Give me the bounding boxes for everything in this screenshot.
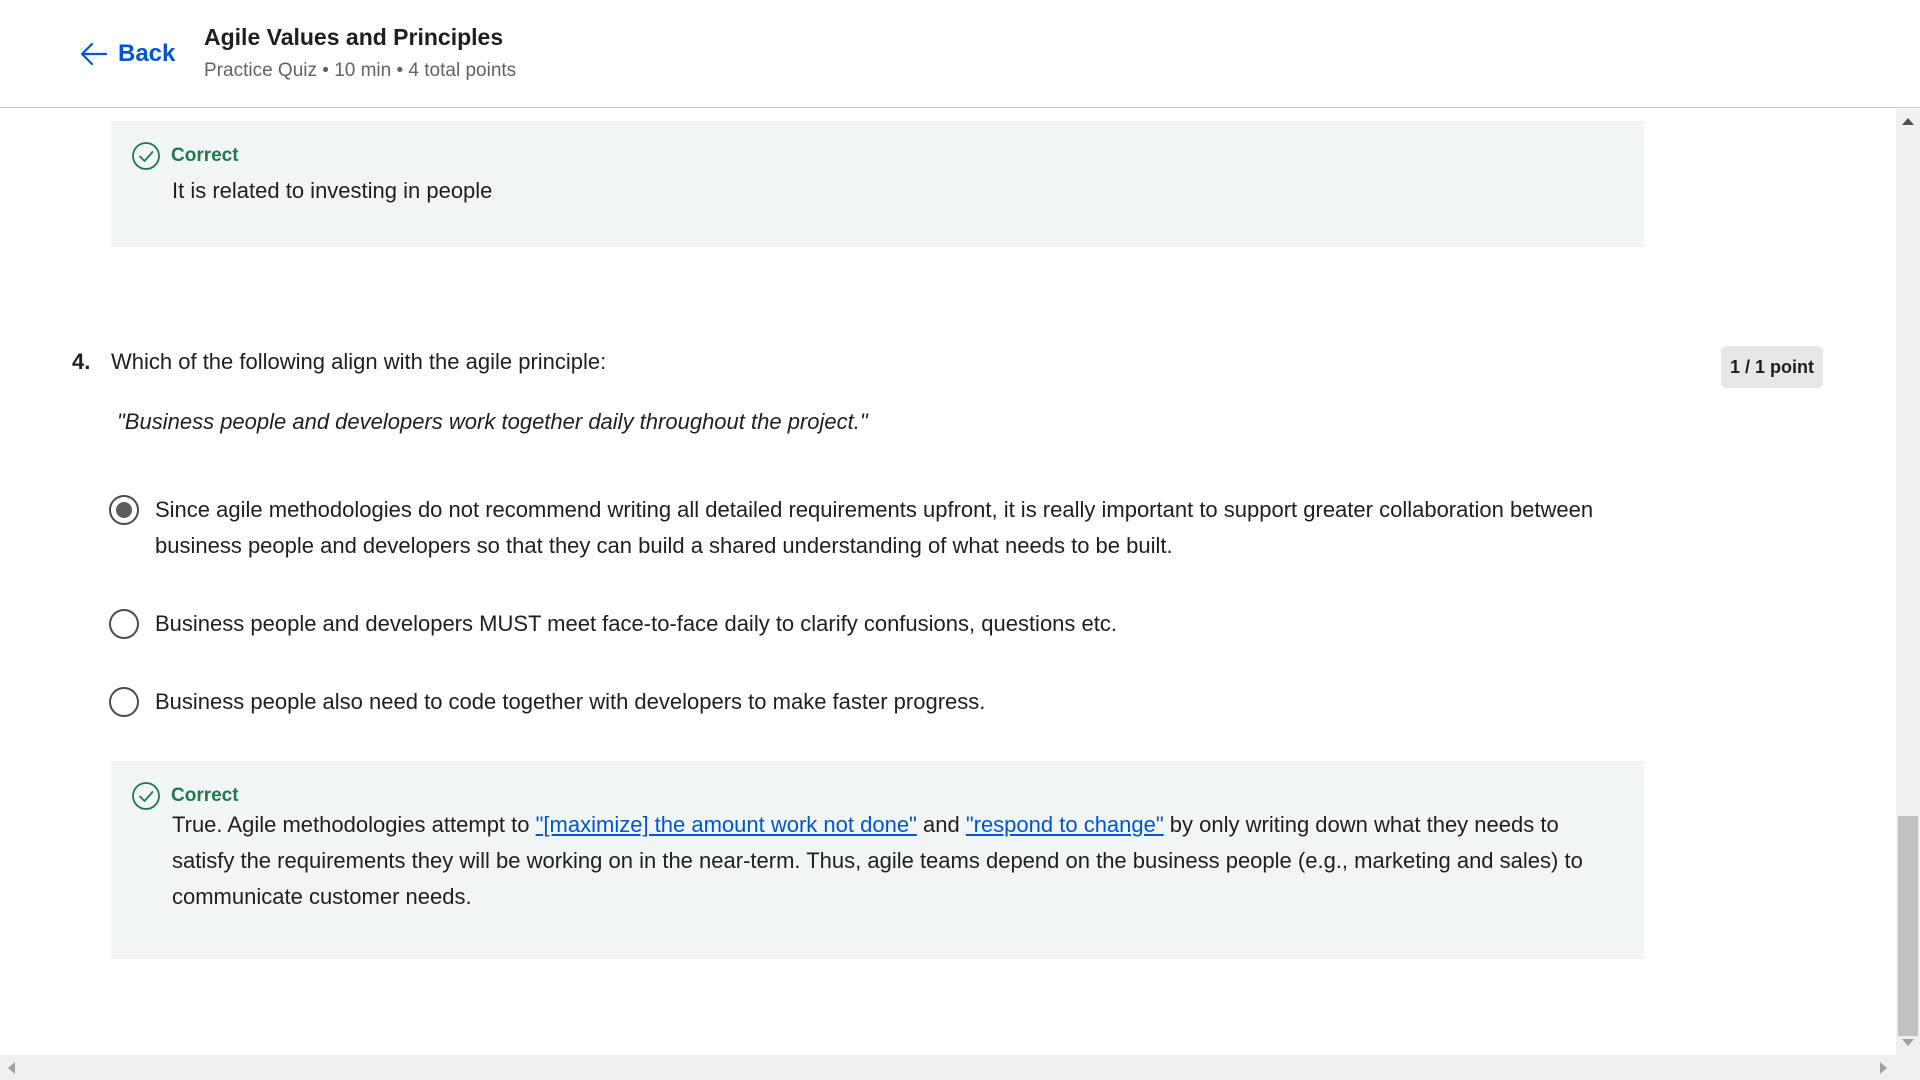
question-feedback-box: Correct True. Agile methodologies attemp… [111,761,1644,959]
check-circle-icon [132,142,160,170]
check-circle-icon [132,782,160,810]
page-subtitle: Practice Quiz • 10 min • 4 total points [204,60,517,81]
option-text: Since agile methodologies do not recomme… [155,497,1594,558]
scroll-up-icon[interactable] [1902,118,1914,125]
scroll-left-icon[interactable] [8,1062,15,1074]
maximize-work-not-done-link[interactable]: "[maximize] the amount work not done" [536,812,917,837]
radio-button[interactable] [109,687,139,717]
quiz-content: Correct It is related to investing in pe… [0,109,1896,1055]
answer-option[interactable]: Business people also need to code togeth… [109,684,1595,720]
question-quote: "Business people and developers work tog… [117,409,868,434]
feedback-text: True. Agile methodologies attempt to "[m… [172,807,1622,915]
vertical-scrollbar[interactable] [1896,109,1920,1055]
feedback-middle: and [916,812,966,837]
points-badge: 1 / 1 point [1721,346,1823,388]
back-label: Back [118,40,176,67]
page-header: Back Agile Values and Principles Practic… [0,0,1920,108]
scroll-down-icon[interactable] [1902,1039,1914,1046]
answer-option[interactable]: Business people and developers MUST meet… [109,606,1595,642]
feedback-header: Correct [131,141,239,171]
scrollbar-thumb[interactable] [1898,816,1918,1036]
back-button[interactable]: Back [78,36,175,72]
radio-button-selected[interactable] [109,495,139,525]
respond-to-change-link[interactable]: "respond to change" [966,812,1164,837]
scroll-right-icon[interactable] [1880,1062,1887,1074]
question-text: Which of the following align with the ag… [111,349,607,374]
arrow-left-icon [80,42,108,66]
previous-feedback-box: Correct It is related to investing in pe… [111,121,1644,247]
feedback-text: It is related to investing in people [172,178,493,203]
feedback-label: Correct [171,785,239,806]
option-text: Business people and developers MUST meet… [155,611,1117,636]
radio-button[interactable] [109,609,139,639]
page-title: Agile Values and Principles [204,24,504,50]
feedback-label: Correct [171,145,239,166]
question-number: 4. [72,349,91,374]
answer-option[interactable]: Since agile methodologies do not recomme… [109,492,1595,564]
option-text: Business people also need to code togeth… [155,689,986,714]
horizontal-scrollbar[interactable] [0,1055,1920,1080]
feedback-prefix: True. Agile methodologies attempt to [172,812,536,837]
